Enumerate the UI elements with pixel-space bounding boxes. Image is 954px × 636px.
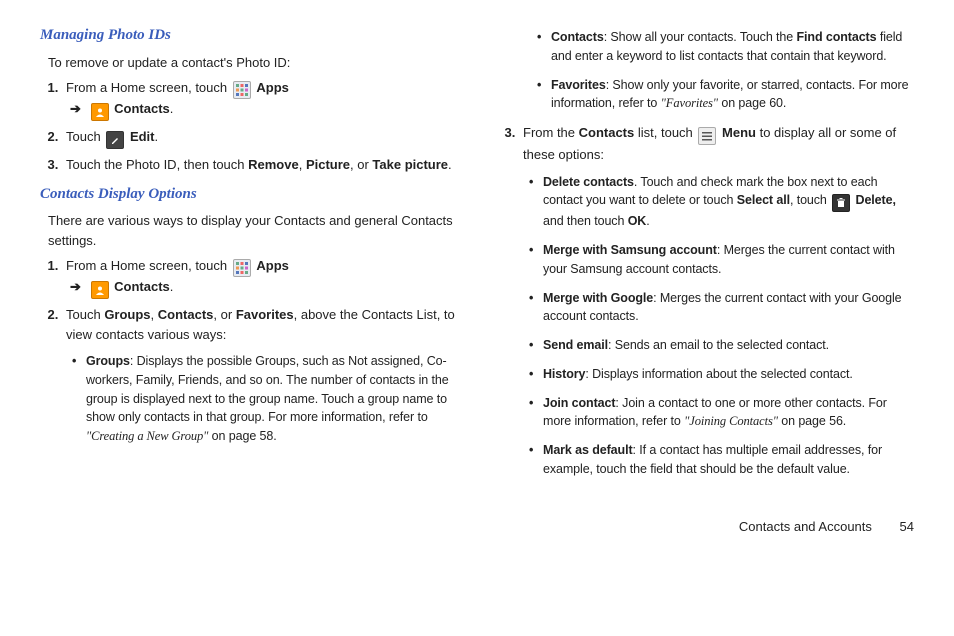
text: , touch — [790, 193, 830, 207]
label: Join contact — [543, 396, 615, 410]
label: Mark as default — [543, 443, 633, 457]
list-item-delete-contacts: Delete contacts. Touch and check mark th… — [529, 173, 914, 232]
menu-options-list: Delete contacts. Touch and check mark th… — [529, 173, 914, 479]
step-3: Touch the Photo ID, then touch Remove, P… — [62, 155, 457, 175]
text: and then touch — [543, 214, 628, 228]
left-column: Managing Photo IDs To remove or update a… — [40, 20, 457, 489]
view-options-continued: Contacts: Show all your contacts. Touch … — [537, 28, 914, 113]
contacts-label: Contacts — [579, 125, 635, 140]
step-2: Touch Edit. — [62, 127, 457, 149]
steps-photo-ids: From a Home screen, touch Apps ➔ Contact… — [62, 78, 457, 175]
label: Delete contacts — [543, 175, 634, 189]
text: . — [646, 214, 649, 228]
cross-reference: "Joining Contacts" — [684, 414, 778, 428]
intro-display-options: There are various ways to display your C… — [48, 211, 457, 250]
groups-label: Groups — [104, 307, 150, 322]
label: Merge with Samsung account — [543, 243, 717, 257]
label: Merge with Google — [543, 291, 653, 305]
text: Touch — [66, 129, 104, 144]
text: . — [448, 157, 452, 172]
steps-display-options-cont: From the Contacts list, touch Menu to di… — [519, 123, 914, 479]
text: Touch — [66, 307, 104, 322]
contacts-icon — [91, 103, 109, 121]
menu-icon — [698, 127, 716, 145]
intro-photo-ids: To remove or update a contact's Photo ID… — [48, 53, 457, 73]
text: From the — [523, 125, 579, 140]
page-ref: on page 60. — [718, 96, 786, 110]
label: History — [543, 367, 585, 381]
contacts-label: Contacts — [158, 307, 214, 322]
text: : Show all your contacts. Touch the — [604, 30, 797, 44]
delete-icon — [832, 194, 850, 212]
text: Touch the Photo ID, then touch — [66, 157, 248, 172]
page-number: 54 — [900, 519, 914, 534]
delete-label: Delete, — [856, 193, 896, 207]
contacts-label: Contacts — [114, 279, 170, 294]
steps-display-options: From a Home screen, touch Apps ➔ Contact… — [62, 256, 457, 446]
text: : Displays information about the selecte… — [585, 367, 852, 381]
text: , or — [350, 157, 372, 172]
page-footer: Contacts and Accounts 54 — [40, 517, 914, 537]
period: . — [170, 279, 174, 294]
list-item-favorites: Favorites: Show only your favorite, or s… — [537, 76, 914, 114]
label: Send email — [543, 338, 608, 352]
text: : Sends an email to the selected contact… — [608, 338, 829, 352]
find-contacts-label: Find contacts — [797, 30, 877, 44]
menu-label: Menu — [722, 125, 756, 140]
period: . — [170, 101, 174, 116]
text: , — [151, 307, 158, 322]
step-2: Touch Groups, Contacts, or Favorites, ab… — [62, 305, 457, 446]
select-all-label: Select all — [737, 193, 790, 207]
cross-reference: "Favorites" — [661, 96, 718, 110]
label: Contacts — [551, 30, 604, 44]
text: , — [299, 157, 306, 172]
list-item-contacts: Contacts: Show all your contacts. Touch … — [537, 28, 914, 66]
text: , or — [213, 307, 235, 322]
label: Favorites — [551, 78, 606, 92]
right-column: Contacts: Show all your contacts. Touch … — [497, 20, 914, 489]
edit-icon — [106, 131, 124, 149]
apps-icon — [233, 259, 251, 277]
apps-icon — [233, 81, 251, 99]
page-ref: on page 56. — [778, 414, 846, 428]
step-1: From a Home screen, touch Apps ➔ Contact… — [62, 78, 457, 121]
list-item-mark-default: Mark as default: If a contact has multip… — [529, 441, 914, 479]
apps-label: Apps — [256, 80, 289, 95]
cross-reference: "Creating a New Group" — [86, 429, 208, 443]
arrow-icon: ➔ — [70, 279, 81, 294]
arrow-icon: ➔ — [70, 101, 81, 116]
heading-managing-photo-ids: Managing Photo IDs — [40, 24, 457, 47]
favorites-label: Favorites — [236, 307, 294, 322]
text: From a Home screen, touch — [66, 258, 231, 273]
step-1: From a Home screen, touch Apps ➔ Contact… — [62, 256, 457, 299]
heading-contacts-display-options: Contacts Display Options — [40, 183, 457, 206]
list-item-merge-google: Merge with Google: Merges the current co… — [529, 289, 914, 327]
text: : Displays the possible Groups, such as … — [86, 354, 449, 424]
picture-label: Picture — [306, 157, 350, 172]
step-3: From the Contacts list, touch Menu to di… — [519, 123, 914, 479]
apps-label: Apps — [256, 258, 289, 273]
list-item-send-email: Send email: Sends an email to the select… — [529, 336, 914, 355]
page-ref: on page 58. — [208, 429, 276, 443]
view-options-list: Groups: Displays the possible Groups, su… — [72, 352, 457, 446]
contacts-icon — [91, 281, 109, 299]
contacts-label: Contacts — [114, 101, 170, 116]
section-name: Contacts and Accounts — [739, 519, 872, 534]
ok-label: OK — [628, 214, 647, 228]
period: . — [155, 129, 159, 144]
take-picture-label: Take picture — [372, 157, 448, 172]
list-item-merge-samsung: Merge with Samsung account: Merges the c… — [529, 241, 914, 279]
two-column-layout: Managing Photo IDs To remove or update a… — [40, 20, 914, 489]
list-item-history: History: Displays information about the … — [529, 365, 914, 384]
remove-label: Remove — [248, 157, 299, 172]
text: From a Home screen, touch — [66, 80, 231, 95]
edit-label: Edit — [130, 129, 155, 144]
list-item-groups: Groups: Displays the possible Groups, su… — [72, 352, 457, 446]
text: list, touch — [634, 125, 696, 140]
label: Groups — [86, 354, 130, 368]
list-item-join-contact: Join contact: Join a contact to one or m… — [529, 394, 914, 432]
